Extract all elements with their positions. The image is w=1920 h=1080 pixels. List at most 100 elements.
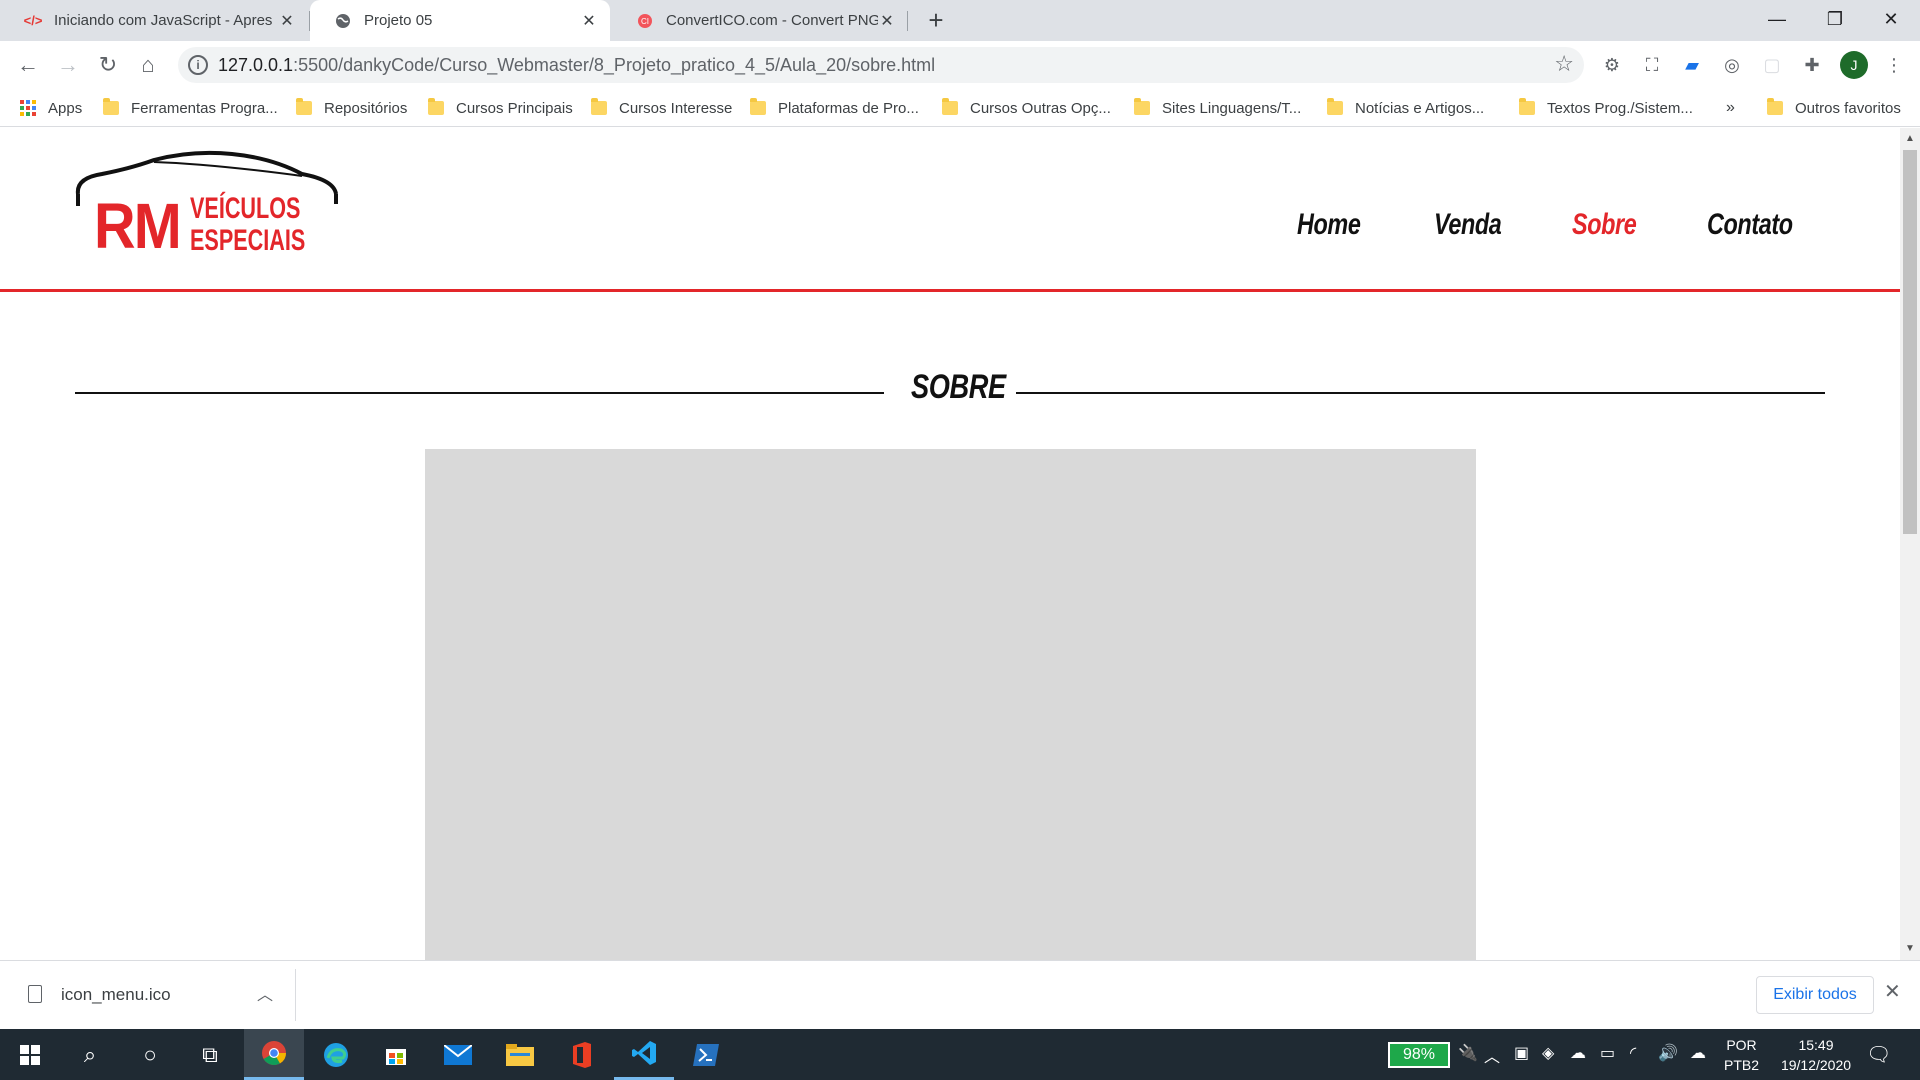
nav-contato[interactable]: Contato: [1707, 208, 1793, 242]
chevron-up-icon[interactable]: ︿: [257, 981, 273, 1005]
new-tab-button[interactable]: +: [920, 4, 952, 36]
logo-rm: RM: [94, 190, 182, 262]
tab-title: Projeto 05: [364, 12, 433, 29]
close-tab-icon[interactable]: ✕: [278, 11, 296, 31]
show-all-downloads-button[interactable]: Exibir todos: [1756, 976, 1874, 1014]
edge-icon[interactable]: [306, 1029, 366, 1080]
tab-divider: [907, 11, 908, 31]
home-icon[interactable]: ⌂: [132, 49, 164, 81]
site-info-icon[interactable]: i: [188, 55, 208, 75]
page-scrollbar[interactable]: ▲ ▼: [1900, 128, 1920, 960]
close-tab-icon[interactable]: ✕: [878, 11, 896, 31]
download-file-name[interactable]: icon_menu.ico: [61, 985, 171, 1005]
search-icon[interactable]: ⌕: [60, 1029, 120, 1080]
windows-start-icon[interactable]: [0, 1029, 60, 1080]
tab-projeto-05[interactable]: Projeto 05 ✕: [310, 0, 610, 41]
extension-blue-icon[interactable]: ▰: [1680, 53, 1704, 77]
dropbox-icon[interactable]: ◈: [1542, 1043, 1554, 1063]
tab-title: ConvertICO.com - Convert PNG t: [666, 12, 878, 29]
battery-indicator[interactable]: 98%: [1388, 1042, 1450, 1068]
address-bar[interactable]: i 127.0.0.1:5500/dankyCode/Curso_Webmast…: [178, 47, 1584, 83]
site-logo[interactable]: RM VEÍCULOS ESPECIAIS: [72, 150, 340, 262]
onedrive-icon[interactable]: ☁: [1570, 1043, 1586, 1063]
bookmark-folder[interactable]: Cursos Principais: [428, 89, 573, 127]
extension-blank-icon[interactable]: ▢: [1760, 53, 1784, 77]
restore-icon[interactable]: ❐: [1806, 0, 1864, 41]
title-divider-left: [75, 392, 884, 394]
nav-home[interactable]: Home: [1297, 208, 1361, 242]
extension-circle-icon[interactable]: ◎: [1720, 53, 1744, 77]
chrome-icon[interactable]: [244, 1029, 304, 1080]
forward-arrow-icon[interactable]: →: [52, 49, 84, 81]
url-text[interactable]: 127.0.0.1:5500/dankyCode/Curso_Webmaster…: [218, 55, 935, 76]
chevron-up-icon[interactable]: ︿: [1484, 1043, 1500, 1067]
cortana-icon[interactable]: ○: [120, 1029, 180, 1080]
volume-icon[interactable]: 🔊: [1658, 1043, 1678, 1063]
bookmark-folder[interactable]: Textos Prog./Sistem...: [1519, 89, 1693, 127]
scroll-thumb[interactable]: [1903, 150, 1917, 534]
office-icon[interactable]: [552, 1029, 612, 1080]
folder-icon: [942, 98, 958, 115]
language-code: POR: [1726, 1037, 1757, 1053]
tab-javascript[interactable]: </> Iniciando com JavaScript - Apres ✕: [0, 0, 308, 41]
tab-converticovom[interactable]: CI ConvertICO.com - Convert PNG t ✕: [612, 0, 908, 41]
power-plug-icon[interactable]: 🔌: [1458, 1043, 1478, 1063]
battery-icon[interactable]: ▭: [1600, 1043, 1615, 1063]
tab-title: Iniciando com JavaScript - Apres: [54, 12, 273, 29]
store-icon[interactable]: [366, 1029, 426, 1080]
language-indicator[interactable]: POR PTB2: [1724, 1035, 1759, 1075]
site-header: RM VEÍCULOS ESPECIAIS Home Venda Sobre C…: [0, 128, 1900, 292]
close-window-icon[interactable]: ✕: [1862, 0, 1920, 41]
extensions-puzzle-icon[interactable]: ✚: [1800, 53, 1824, 77]
converter-icon: CI: [636, 12, 654, 30]
extension-gear-icon[interactable]: ⚙: [1600, 53, 1624, 77]
close-shelf-icon[interactable]: ✕: [1884, 979, 1901, 1004]
folder-icon: [296, 98, 312, 115]
folder-icon: [103, 98, 119, 115]
screenshot-extension-icon[interactable]: ⛶: [1640, 53, 1664, 77]
reload-icon[interactable]: ↻: [92, 49, 124, 81]
scroll-down-icon[interactable]: ▼: [1900, 940, 1920, 958]
bookmark-apps[interactable]: Apps: [20, 89, 82, 127]
system-clock[interactable]: 15:49 19/12/2020: [1770, 1035, 1862, 1075]
task-view-icon[interactable]: ⧉: [180, 1029, 240, 1080]
close-tab-icon[interactable]: ✕: [580, 11, 598, 31]
minimize-icon[interactable]: —: [1748, 0, 1806, 41]
folder-icon: [750, 98, 766, 115]
scroll-up-icon[interactable]: ▲: [1900, 130, 1920, 148]
other-bookmarks[interactable]: Outros favoritos: [1767, 89, 1901, 127]
bookmark-star-icon[interactable]: ☆: [1554, 51, 1574, 77]
bookmark-label: Ferramentas Progra...: [131, 99, 278, 117]
nav-sobre[interactable]: Sobre: [1572, 208, 1637, 242]
powershell-icon[interactable]: [676, 1029, 736, 1080]
notification-center-icon[interactable]: 🗨: [1866, 1042, 1891, 1067]
file-explorer-icon[interactable]: [490, 1029, 550, 1080]
folder-icon: [1327, 98, 1343, 115]
bookmark-folder[interactable]: Cursos Interesse: [591, 89, 732, 127]
bookmark-label: Cursos Principais: [456, 99, 573, 117]
back-arrow-icon[interactable]: ←: [12, 49, 44, 81]
bookmark-folder[interactable]: Cursos Outras Opç...: [942, 89, 1111, 127]
bookmark-folder[interactable]: Plataformas de Pro...: [750, 89, 919, 127]
bookmarks-overflow-button[interactable]: »: [1726, 89, 1735, 127]
folder-icon: [1767, 98, 1783, 115]
section-title: SOBRE: [911, 368, 1006, 406]
about-image-placeholder: [425, 449, 1476, 960]
folder-icon: [1519, 98, 1535, 115]
bookmark-label: Repositórios: [324, 99, 408, 117]
page-viewport: RM VEÍCULOS ESPECIAIS Home Venda Sobre C…: [0, 128, 1920, 960]
cloud-upload-icon[interactable]: ☁: [1690, 1043, 1706, 1063]
bookmark-folder[interactable]: Sites Linguagens/T...: [1134, 89, 1301, 127]
vscode-icon[interactable]: [614, 1029, 674, 1080]
wifi-icon[interactable]: ◜: [1630, 1043, 1636, 1063]
download-shelf: icon_menu.ico ︿ Exibir todos ✕: [0, 960, 1920, 1029]
meet-now-icon[interactable]: ▣: [1514, 1043, 1529, 1063]
menu-kebab-icon[interactable]: ⋮: [1882, 53, 1906, 77]
bookmark-folder[interactable]: Repositórios: [296, 89, 407, 127]
mail-icon[interactable]: [428, 1029, 488, 1080]
nav-venda[interactable]: Venda: [1434, 208, 1502, 242]
folder-icon: [591, 98, 607, 115]
bookmark-folder[interactable]: Notícias e Artigos...: [1327, 89, 1484, 127]
bookmark-folder[interactable]: Ferramentas Progra...: [103, 89, 278, 127]
profile-avatar[interactable]: J: [1840, 51, 1868, 79]
